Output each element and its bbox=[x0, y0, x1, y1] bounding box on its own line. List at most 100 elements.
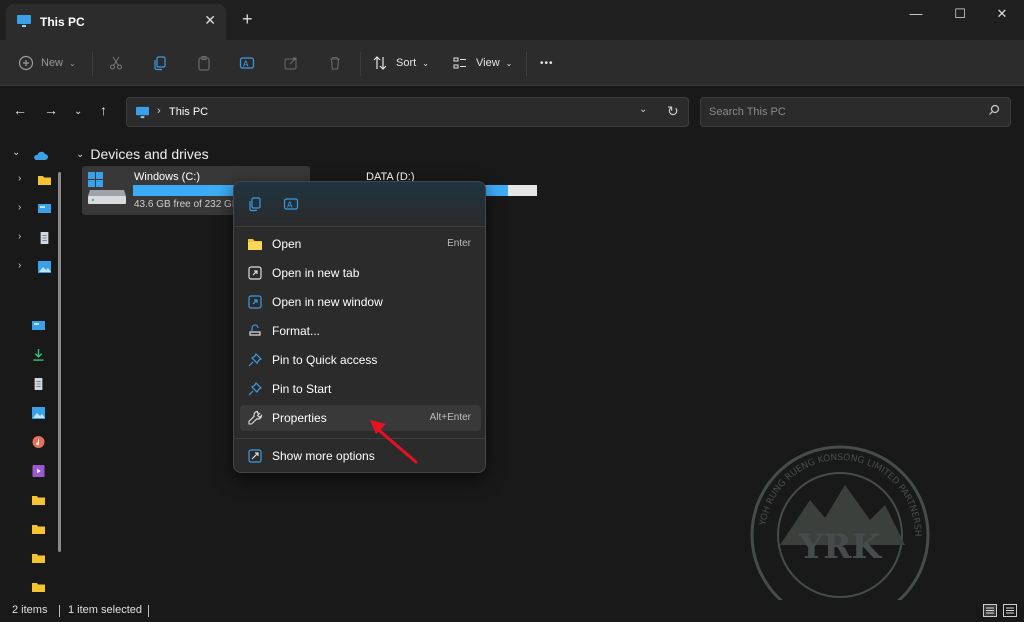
new-tab-button[interactable]: + bbox=[242, 10, 253, 28]
sidebar-item-desktop-quick[interactable] bbox=[0, 316, 64, 338]
search-icon[interactable] bbox=[988, 104, 1000, 119]
menu-item-label: Pin to Quick access bbox=[272, 353, 378, 367]
command-bar: New ⌄ A Sort ⌄ View ⌄ ••• bbox=[0, 40, 1024, 86]
tab-title: This PC bbox=[40, 15, 85, 29]
folder-icon bbox=[32, 554, 45, 563]
navigation-pane: ⌄ › › › › bbox=[0, 136, 64, 600]
minimize-button[interactable]: — bbox=[894, 4, 938, 28]
sidebar-item-pictures[interactable]: › bbox=[0, 257, 64, 279]
video-icon bbox=[32, 465, 45, 477]
chevron-down-icon: ⌄ bbox=[422, 58, 429, 68]
sidebar-item-folder-4[interactable] bbox=[0, 577, 64, 599]
sidebar-item-documents[interactable]: › bbox=[0, 228, 64, 250]
sidebar-item-folder-2[interactable] bbox=[0, 519, 64, 541]
item-count: 2 items bbox=[12, 604, 48, 616]
selection-count: 1 item selected bbox=[68, 604, 142, 616]
sidebar-item-folder[interactable]: › bbox=[0, 170, 64, 192]
copy-icon[interactable] bbox=[247, 196, 263, 212]
sidebar-item-documents-quick[interactable] bbox=[0, 374, 64, 396]
status-divider bbox=[148, 605, 149, 617]
chevron-right-icon[interactable]: › bbox=[18, 231, 21, 242]
open-tab-icon bbox=[248, 266, 262, 280]
status-divider bbox=[59, 605, 60, 617]
sidebar-item-pictures-quick[interactable] bbox=[0, 403, 64, 425]
scissors-icon bbox=[110, 56, 122, 70]
pictures-icon bbox=[32, 407, 45, 419]
this-pc-icon bbox=[135, 106, 150, 122]
sidebar-item-desktop[interactable]: › bbox=[0, 199, 64, 221]
sort-button[interactable]: Sort ⌄ bbox=[372, 52, 429, 74]
chevron-right-icon[interactable]: › bbox=[18, 173, 21, 184]
more-options-button[interactable]: ••• bbox=[540, 52, 554, 74]
new-label: New bbox=[41, 57, 64, 69]
devices-section-header[interactable]: ⌄ Devices and drives bbox=[76, 146, 209, 162]
chevron-right-icon[interactable]: › bbox=[18, 202, 21, 213]
copy-button[interactable] bbox=[152, 52, 168, 74]
chevron-down-icon: ⌄ bbox=[505, 58, 513, 68]
details-view-icon[interactable] bbox=[983, 604, 997, 617]
chevron-down-icon: ⌄ bbox=[69, 58, 76, 68]
search-box[interactable]: Search This PC bbox=[700, 97, 1011, 127]
view-button[interactable]: View ⌄ bbox=[452, 52, 512, 74]
chevron-right-icon[interactable]: › bbox=[18, 260, 21, 271]
menu-item-open-in-new-window[interactable]: Open in new window bbox=[240, 289, 481, 315]
menu-item-shortcut: Alt+Enter bbox=[429, 412, 471, 423]
sidebar-item-folder-3[interactable] bbox=[0, 548, 64, 570]
close-tab-icon[interactable]: ✕ bbox=[204, 12, 216, 29]
rename-icon[interactable]: A bbox=[283, 196, 299, 212]
back-arrow-icon[interactable]: ← bbox=[13, 102, 27, 118]
share-icon bbox=[284, 57, 297, 70]
folder-icon bbox=[32, 583, 45, 592]
chevron-down-icon[interactable]: ⌄ bbox=[76, 149, 84, 160]
context-menu-divider bbox=[234, 226, 485, 227]
tab-this-pc[interactable]: This PC ✕ bbox=[6, 4, 226, 40]
paste-button[interactable] bbox=[196, 52, 212, 74]
list-view-icon[interactable] bbox=[1003, 604, 1017, 617]
delete-button[interactable] bbox=[327, 52, 343, 74]
new-button[interactable]: New ⌄ bbox=[18, 52, 76, 74]
drive-c-free-space: 43.6 GB free of 232 GB bbox=[134, 199, 239, 210]
address-bar[interactable]: › This PC ⌄ ↻ bbox=[126, 97, 689, 127]
close-window-button[interactable]: ✕ bbox=[980, 4, 1024, 28]
format-icon bbox=[249, 324, 261, 336]
sidebar-item-onedrive[interactable]: ⌄ bbox=[0, 144, 64, 166]
chevron-down-icon[interactable]: ⌄ bbox=[12, 147, 20, 158]
share-button[interactable] bbox=[283, 52, 299, 74]
sidebar-item-folder-1[interactable] bbox=[0, 490, 64, 512]
copy-icon bbox=[154, 56, 166, 71]
status-bar: 2 items 1 item selected bbox=[0, 600, 1024, 622]
drive-d-usage-fill bbox=[484, 185, 508, 196]
folder-icon bbox=[38, 176, 51, 185]
toolbar-divider bbox=[360, 52, 361, 76]
sidebar-item-music[interactable] bbox=[0, 432, 64, 454]
menu-item-open-in-new-tab[interactable]: Open in new tab bbox=[240, 260, 481, 286]
sidebar-item-downloads[interactable] bbox=[0, 345, 64, 367]
menu-item-pin-to-quick-access[interactable]: Pin to Quick access bbox=[240, 347, 481, 373]
menu-item-pin-to-start[interactable]: Pin to Start bbox=[240, 376, 481, 402]
svg-text:A: A bbox=[243, 60, 249, 69]
title-bar: This PC ✕ + — ☐ ✕ bbox=[0, 0, 1024, 40]
menu-item-label: Format... bbox=[272, 324, 321, 338]
download-icon bbox=[33, 349, 44, 361]
menu-item-label: Open in new tab bbox=[272, 266, 360, 280]
sidebar-scrollbar[interactable] bbox=[58, 172, 61, 552]
maximize-button[interactable]: ☐ bbox=[938, 4, 982, 28]
menu-item-format[interactable]: Format... bbox=[240, 318, 481, 344]
breadcrumb-this-pc[interactable]: This PC bbox=[169, 106, 208, 118]
sidebar-item-videos[interactable] bbox=[0, 461, 64, 483]
up-arrow-icon[interactable]: ↑ bbox=[100, 102, 107, 118]
pictures-icon bbox=[38, 261, 51, 273]
address-dropdown-icon[interactable]: ⌄ bbox=[639, 104, 647, 115]
toolbar-divider bbox=[526, 52, 527, 76]
rename-button[interactable]: A bbox=[239, 52, 255, 74]
menu-item-open[interactable]: Open Enter bbox=[240, 231, 481, 257]
clipboard-icon bbox=[198, 56, 210, 71]
recent-locations-chevron-icon[interactable]: ⌄ bbox=[74, 104, 82, 120]
breadcrumb-chevron-icon[interactable]: › bbox=[157, 105, 161, 117]
cut-button[interactable] bbox=[108, 52, 124, 74]
context-menu-quick-actions: A bbox=[234, 182, 485, 226]
annotation-arrow-icon bbox=[370, 420, 418, 464]
folder-icon bbox=[32, 525, 45, 534]
refresh-icon[interactable]: ↻ bbox=[667, 103, 679, 120]
forward-arrow-icon[interactable]: → bbox=[44, 102, 58, 118]
